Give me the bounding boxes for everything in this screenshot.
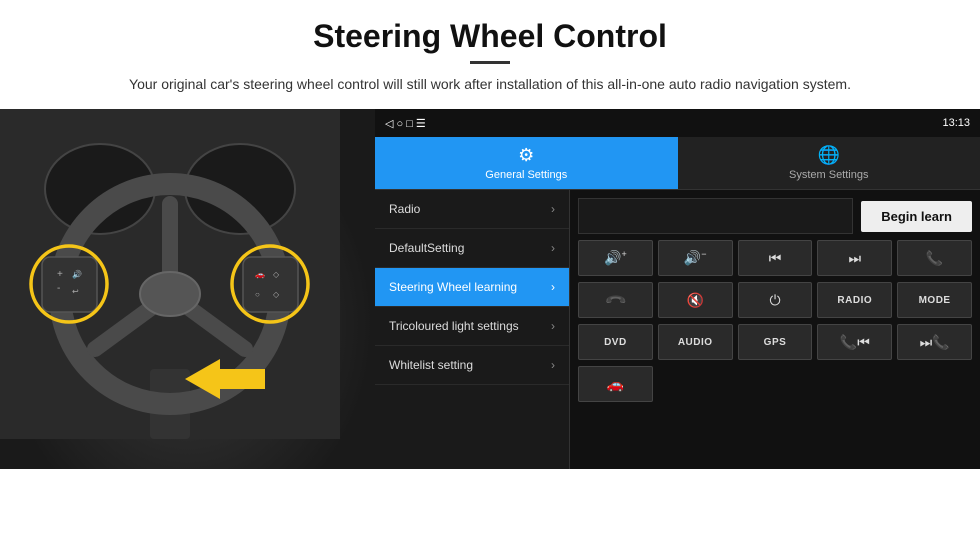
control-row-2: 📞 🔇 ⏻ RADIO MODE <box>578 282 972 318</box>
svg-text:🔊: 🔊 <box>72 269 82 279</box>
mode-button[interactable]: MODE <box>897 282 972 318</box>
control-row-3: DVD AUDIO GPS 📞⏮ ⏭📞 <box>578 324 972 360</box>
radio-label: Radio <box>389 202 420 216</box>
svg-text:-: - <box>57 283 60 294</box>
nav-icons: ◁ ○ □ ☰ <box>385 117 426 130</box>
chevron-right-icon: › <box>551 280 555 294</box>
hangup-icon: 📞 <box>603 288 627 312</box>
tab-bar: ⚙ General Settings 🌐 System Settings <box>375 137 980 190</box>
phone-next-button[interactable]: ⏭📞 <box>897 324 972 360</box>
right-control-panel: Begin learn 🔊+ 🔊− ⏮ ⏭ <box>570 190 980 469</box>
mode-text: MODE <box>919 295 951 306</box>
begin-learn-row: Begin learn <box>578 198 972 234</box>
tab-system-settings[interactable]: 🌐 System Settings <box>678 137 980 189</box>
phone-prev-button[interactable]: 📞⏮ <box>817 324 892 360</box>
gear-settings-icon: ⚙ <box>518 145 534 166</box>
svg-text:+: + <box>57 269 63 280</box>
steering-wheel-image: + - 🔊 ↩ 🚗 ◇ ○ ◇ <box>0 109 375 469</box>
menu-item-radio[interactable]: Radio › <box>375 190 569 229</box>
status-bar: ◁ ○ □ ☰ 13:13 <box>375 109 980 137</box>
control-row-1: 🔊+ 🔊− ⏮ ⏭ 📞 <box>578 240 972 276</box>
chevron-right-icon: › <box>551 202 555 216</box>
radio-mode-button[interactable]: RADIO <box>817 282 892 318</box>
menu-content: Radio › DefaultSetting › Steering Wheel … <box>375 190 980 469</box>
next-track-button[interactable]: ⏭ <box>817 240 892 276</box>
chevron-right-icon: › <box>551 358 555 372</box>
whitelist-label: Whitelist setting <box>389 358 473 372</box>
mute-icon: 🔇 <box>686 292 703 309</box>
tab-general-settings[interactable]: ⚙ General Settings <box>375 137 678 189</box>
svg-text:○: ○ <box>255 290 260 299</box>
learn-input-box <box>578 198 853 234</box>
power-icon: ⏻ <box>769 292 780 309</box>
radio-text: RADIO <box>837 295 872 306</box>
gps-button[interactable]: GPS <box>738 324 813 360</box>
volume-down-button[interactable]: 🔊− <box>658 240 733 276</box>
gps-text: GPS <box>764 337 787 348</box>
svg-text:◇: ◇ <box>273 270 280 279</box>
audio-text: AUDIO <box>678 337 713 348</box>
dvd-text: DVD <box>604 337 627 348</box>
prev-track-button[interactable]: ⏮ <box>738 240 813 276</box>
subtitle-text: Your original car's steering wheel contr… <box>0 74 980 109</box>
phone-icon: 📞 <box>926 250 943 267</box>
defaultsetting-label: DefaultSetting <box>389 241 464 255</box>
svg-text:↩: ↩ <box>72 287 79 296</box>
next-track-icon: ⏭ <box>848 250 861 267</box>
phone-hangup-button[interactable]: 📞 <box>578 282 653 318</box>
android-ui: ◁ ○ □ ☰ 13:13 ⚙ General Settings 🌐 Syste… <box>375 109 980 469</box>
volume-up-button[interactable]: 🔊+ <box>578 240 653 276</box>
svg-text:🚗: 🚗 <box>255 270 265 279</box>
power-button[interactable]: ⏻ <box>738 282 813 318</box>
tricoloured-label: Tricoloured light settings <box>389 319 519 333</box>
dvd-button[interactable]: DVD <box>578 324 653 360</box>
tab-system-label: System Settings <box>789 169 868 181</box>
status-icons: 13:13 <box>942 117 970 129</box>
chevron-right-icon: › <box>551 241 555 255</box>
menu-item-whitelist[interactable]: Whitelist setting › <box>375 346 569 385</box>
time-display: 13:13 <box>942 117 970 129</box>
begin-learn-button[interactable]: Begin learn <box>861 201 972 232</box>
menu-item-defaultsetting[interactable]: DefaultSetting › <box>375 229 569 268</box>
volume-up-icon: 🔊+ <box>604 249 627 267</box>
content-area: + - 🔊 ↩ 🚗 ◇ ○ ◇ ◁ ○ □ ☰ <box>0 109 980 469</box>
car-icon-button[interactable]: 🚗 <box>578 366 653 402</box>
globe-icon: 🌐 <box>818 145 840 166</box>
control-row-4: 🚗 <box>578 366 972 402</box>
menu-item-tricoloured[interactable]: Tricoloured light settings › <box>375 307 569 346</box>
title-divider <box>470 61 510 64</box>
tab-general-label: General Settings <box>485 169 567 181</box>
audio-button[interactable]: AUDIO <box>658 324 733 360</box>
mute-button[interactable]: 🔇 <box>658 282 733 318</box>
svg-text:◇: ◇ <box>273 290 280 299</box>
settings-menu-list: Radio › DefaultSetting › Steering Wheel … <box>375 190 570 469</box>
volume-down-icon: 🔊− <box>684 249 707 267</box>
phone-next-icon: ⏭📞 <box>920 334 950 351</box>
menu-item-steering-wheel[interactable]: Steering Wheel learning › <box>375 268 569 307</box>
car-icon: 🚗 <box>607 376 624 393</box>
page-title: Steering Wheel Control <box>0 0 980 61</box>
chevron-right-icon: › <box>551 319 555 333</box>
steering-wheel-label: Steering Wheel learning <box>389 280 517 294</box>
phone-answer-button[interactable]: 📞 <box>897 240 972 276</box>
phone-prev-icon: 📞⏮ <box>840 334 870 351</box>
prev-track-icon: ⏮ <box>769 250 782 267</box>
